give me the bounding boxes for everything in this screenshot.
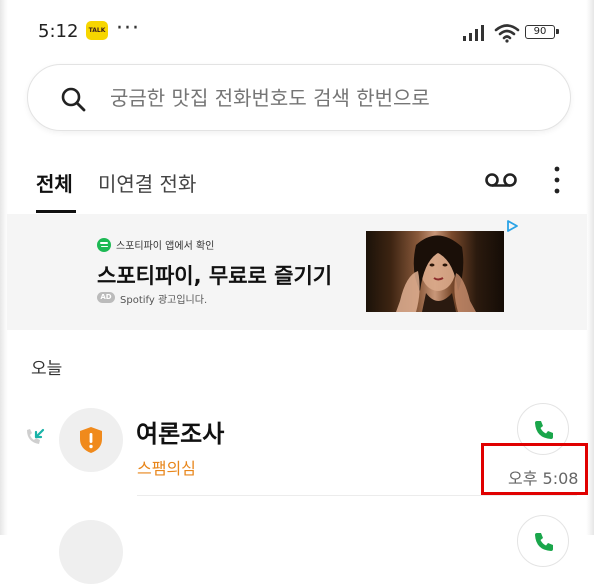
spotify-icon [97,238,111,252]
list-divider [137,495,577,496]
spam-suspect-label: 스팸의심 [137,459,196,478]
call-button[interactable] [517,515,569,567]
kakaotalk-icon: TALK [86,21,108,40]
spam-shield-icon [80,427,102,453]
wifi-icon [494,24,520,43]
tab-selected-indicator [36,210,76,213]
search-bar[interactable] [27,64,571,131]
voicemail-icon[interactable] [484,172,518,188]
highlight-box [481,443,588,495]
more-vertical-icon[interactable] [548,163,566,197]
adchoices-icon[interactable] [505,219,519,233]
tab-missed-calls[interactable]: 미연결 전화 [98,168,196,197]
ad-badge: AD [97,292,115,303]
battery-icon: 90 [525,25,559,39]
section-today: 오늘 [31,359,63,379]
search-icon [61,87,86,112]
avatar[interactable] [59,520,123,584]
phone-icon [535,421,553,439]
more-notifications-icon: ··· [116,16,140,41]
search-input[interactable] [110,86,530,110]
status-time: 5:12 [38,21,79,42]
incoming-call-icon [27,428,45,444]
phone-icon [535,533,553,551]
signal-icon [463,25,484,41]
ad-subtitle: 스포티파이 앱에서 확인 [116,241,215,252]
ad-title[interactable]: 스포티파이, 무료로 즐기기 [97,260,332,290]
status-bar: 5:12 TALK ··· 90 [0,0,594,64]
caller-name[interactable]: 여론조사 [136,414,224,449]
tab-all[interactable]: 전체 [36,168,73,197]
ad-banner[interactable]: 스포티파이 앱에서 확인 스포티파이, 무료로 즐기기 AD Spotify 광… [7,214,587,330]
ad-image[interactable] [366,231,504,312]
avatar[interactable] [59,408,123,472]
ad-disclaimer: Spotify 광고입니다. [120,295,208,306]
